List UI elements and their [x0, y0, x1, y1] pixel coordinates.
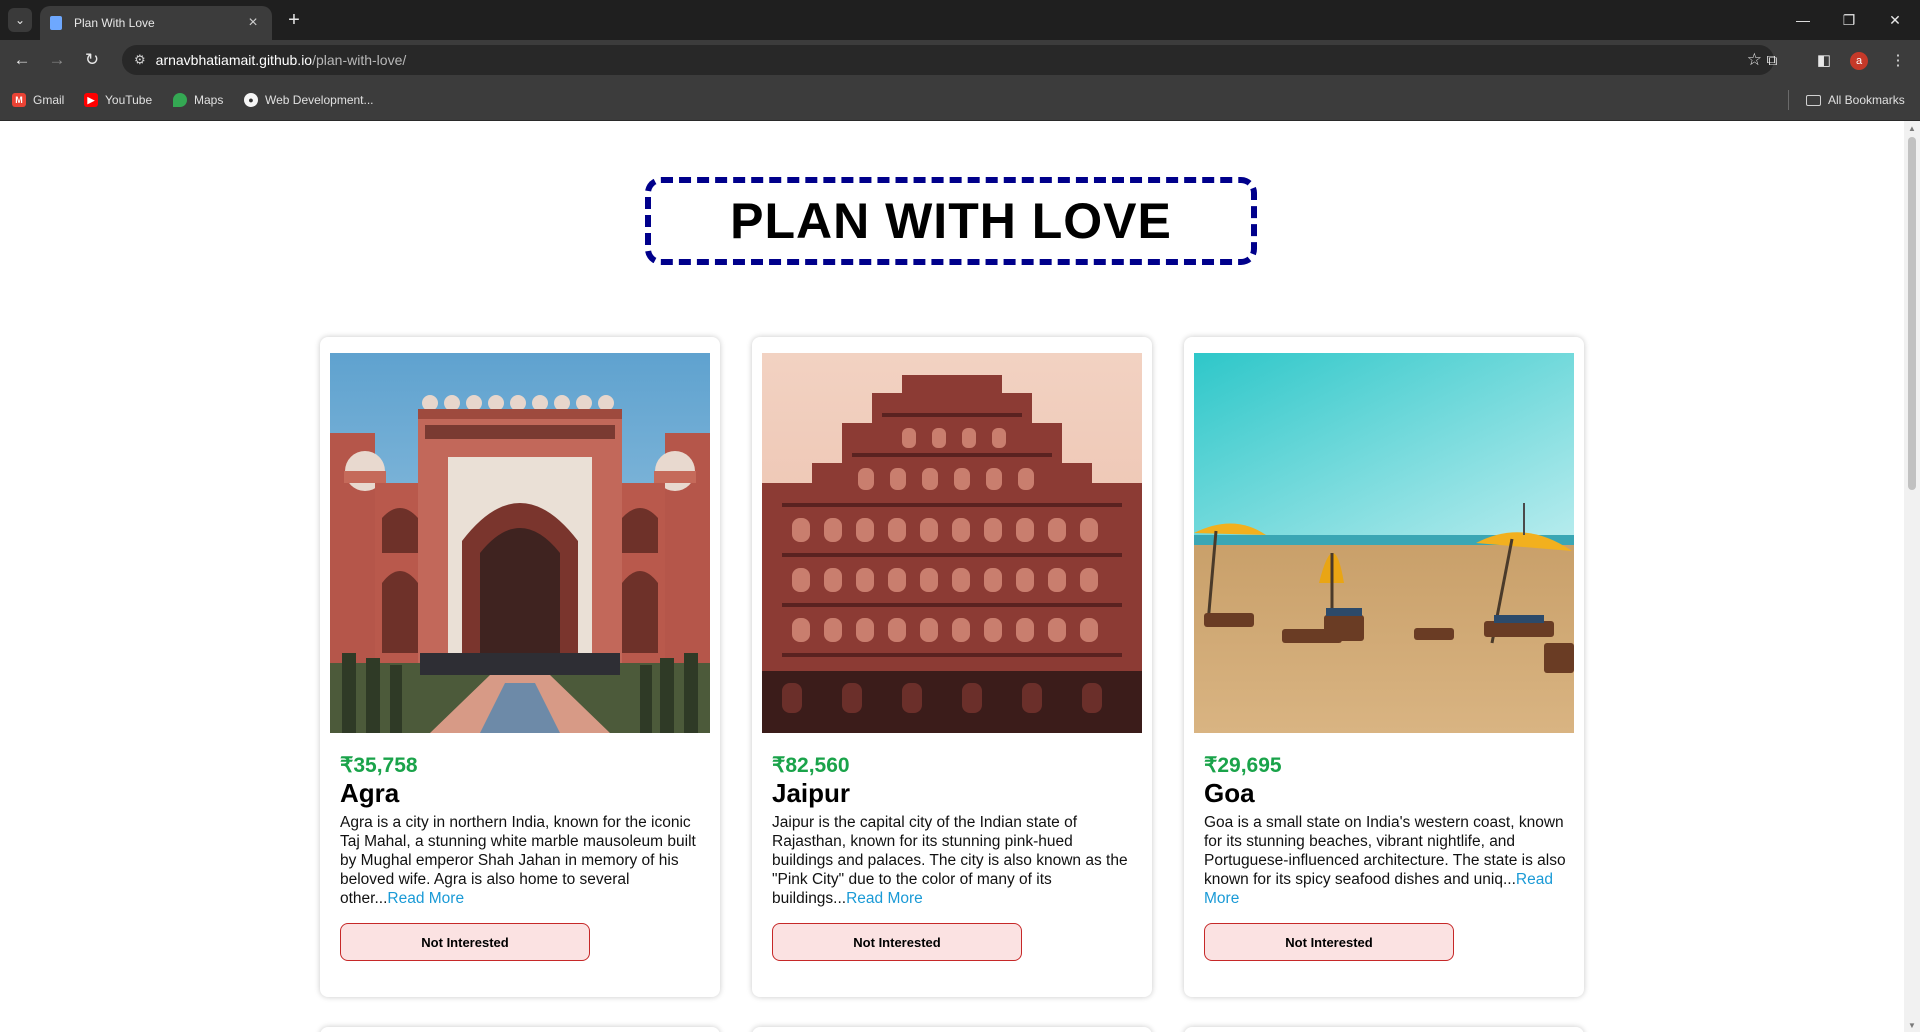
url-text[interactable]: arnavbhatiamait.github.io/plan-with-love… — [156, 52, 1747, 68]
tour-card-agra: ₹35,758 Agra Agra is a city in northern … — [320, 337, 720, 997]
bookmark-maps[interactable]: Maps — [173, 91, 223, 109]
not-interested-button[interactable]: Not Interested — [772, 923, 1022, 961]
tab-title: Plan With Love — [74, 16, 155, 30]
web-dev-icon: ● — [244, 93, 258, 107]
page-viewport: PLAN WITH LOVE ₹35,758 Agra Agra is a ci… — [0, 121, 1904, 1032]
bookmark-label: Maps — [194, 93, 224, 107]
goa-beach-illustration — [1194, 353, 1574, 733]
bookmark-youtube[interactable]: ▶ YouTube — [84, 91, 152, 109]
url-path: /plan-with-love/ — [312, 52, 407, 68]
address-bar[interactable]: ⚙ arnavbhatiamait.github.io/plan-with-lo… — [122, 45, 1774, 75]
scroll-up-icon[interactable]: ▲ — [1904, 121, 1920, 135]
active-tab[interactable]: Plan With Love × — [40, 6, 272, 40]
youtube-icon: ▶ — [84, 93, 98, 107]
tour-card-next-row — [1184, 1027, 1584, 1032]
tour-card-next-row — [320, 1027, 720, 1032]
tour-price: ₹82,560 — [772, 754, 850, 777]
browser-chrome: ⌄ Plan With Love × + — ❐ ✕ ← → ↻ ⚙ arnav… — [0, 0, 1920, 121]
url-host: arnavbhatiamait.github.io — [155, 52, 313, 68]
tour-card-jaipur: ₹82,560 Jaipur Jaipur is the capital cit… — [752, 337, 1152, 997]
hawa-mahal-illustration — [762, 353, 1142, 733]
site-info-icon[interactable]: ⚙ — [134, 52, 146, 68]
browser-toolbar: ← → ↻ ⚙ arnavbhatiamait.github.io/plan-w… — [0, 40, 1920, 80]
close-window-icon[interactable]: ✕ — [1880, 8, 1910, 32]
tour-description: Goa is a small state on India's western … — [1204, 813, 1566, 908]
page-title: PLAN WITH LOVE — [730, 193, 1172, 249]
tour-price: ₹35,758 — [340, 754, 418, 777]
page-favicon-icon — [50, 16, 62, 30]
bookmark-label: Gmail — [33, 93, 65, 107]
description-text: Jaipur is the capital city of the Indian… — [772, 814, 1128, 907]
tour-name: Goa — [1204, 778, 1255, 808]
close-tab-icon[interactable]: × — [244, 14, 262, 32]
tab-search-icon[interactable]: ⌄ — [8, 8, 32, 32]
minimize-icon[interactable]: — — [1788, 8, 1818, 32]
tour-price: ₹29,695 — [1204, 754, 1282, 777]
extensions-icon[interactable]: ⧉ — [1760, 48, 1784, 72]
bookmark-label: Web Development... — [265, 93, 374, 107]
bookmark-gmail[interactable]: M Gmail — [12, 91, 64, 109]
tour-image-jaipur — [762, 353, 1142, 733]
new-tab-icon[interactable]: + — [282, 8, 306, 32]
agra-gate-illustration — [330, 353, 710, 733]
bookmark-web-development[interactable]: ● Web Development... — [244, 91, 374, 109]
bookmarks-divider — [1788, 90, 1789, 110]
restore-icon[interactable]: ❐ — [1834, 8, 1864, 32]
back-icon[interactable]: ← — [8, 48, 36, 72]
description-text: Goa is a small state on India's western … — [1204, 814, 1566, 888]
all-bookmarks[interactable]: All Bookmarks — [1806, 91, 1905, 109]
page-heading-box: PLAN WITH LOVE — [645, 177, 1257, 265]
tour-description: Agra is a city in northern India, known … — [340, 813, 702, 908]
scroll-down-icon[interactable]: ▼ — [1904, 1018, 1920, 1032]
read-more-link[interactable]: Read More — [387, 890, 464, 907]
profile-avatar[interactable]: a — [1850, 52, 1868, 70]
bookmarks-bar: M Gmail ▶ YouTube Maps ● Web Development… — [0, 80, 1920, 121]
tour-image-agra — [330, 353, 710, 733]
reload-icon[interactable]: ↻ — [78, 48, 106, 72]
tour-description: Jaipur is the capital city of the Indian… — [772, 813, 1134, 908]
tour-name: Agra — [340, 778, 400, 808]
not-interested-button[interactable]: Not Interested — [1204, 923, 1454, 961]
all-bookmarks-label: All Bookmarks — [1828, 93, 1905, 107]
read-more-link[interactable]: Read More — [846, 890, 923, 907]
folder-icon — [1806, 94, 1821, 106]
tour-card-next-row — [752, 1027, 1152, 1032]
bookmark-label: YouTube — [105, 93, 153, 107]
forward-icon[interactable]: → — [43, 48, 71, 72]
page-scrollbar[interactable]: ▲ ▼ — [1904, 121, 1920, 1032]
scrollbar-thumb[interactable] — [1908, 137, 1916, 490]
not-interested-button[interactable]: Not Interested — [340, 923, 590, 961]
tour-card-goa: ₹29,695 Goa Goa is a small state on Indi… — [1184, 337, 1584, 997]
tab-strip: ⌄ Plan With Love × + — ❐ ✕ — [0, 0, 1920, 40]
tour-name: Jaipur — [772, 778, 851, 808]
menu-icon[interactable]: ⋮ — [1886, 48, 1910, 72]
side-panel-icon[interactable]: ◧ — [1812, 48, 1836, 72]
maps-icon — [173, 93, 187, 107]
gmail-icon: M — [12, 93, 26, 107]
tour-image-goa — [1194, 353, 1574, 733]
